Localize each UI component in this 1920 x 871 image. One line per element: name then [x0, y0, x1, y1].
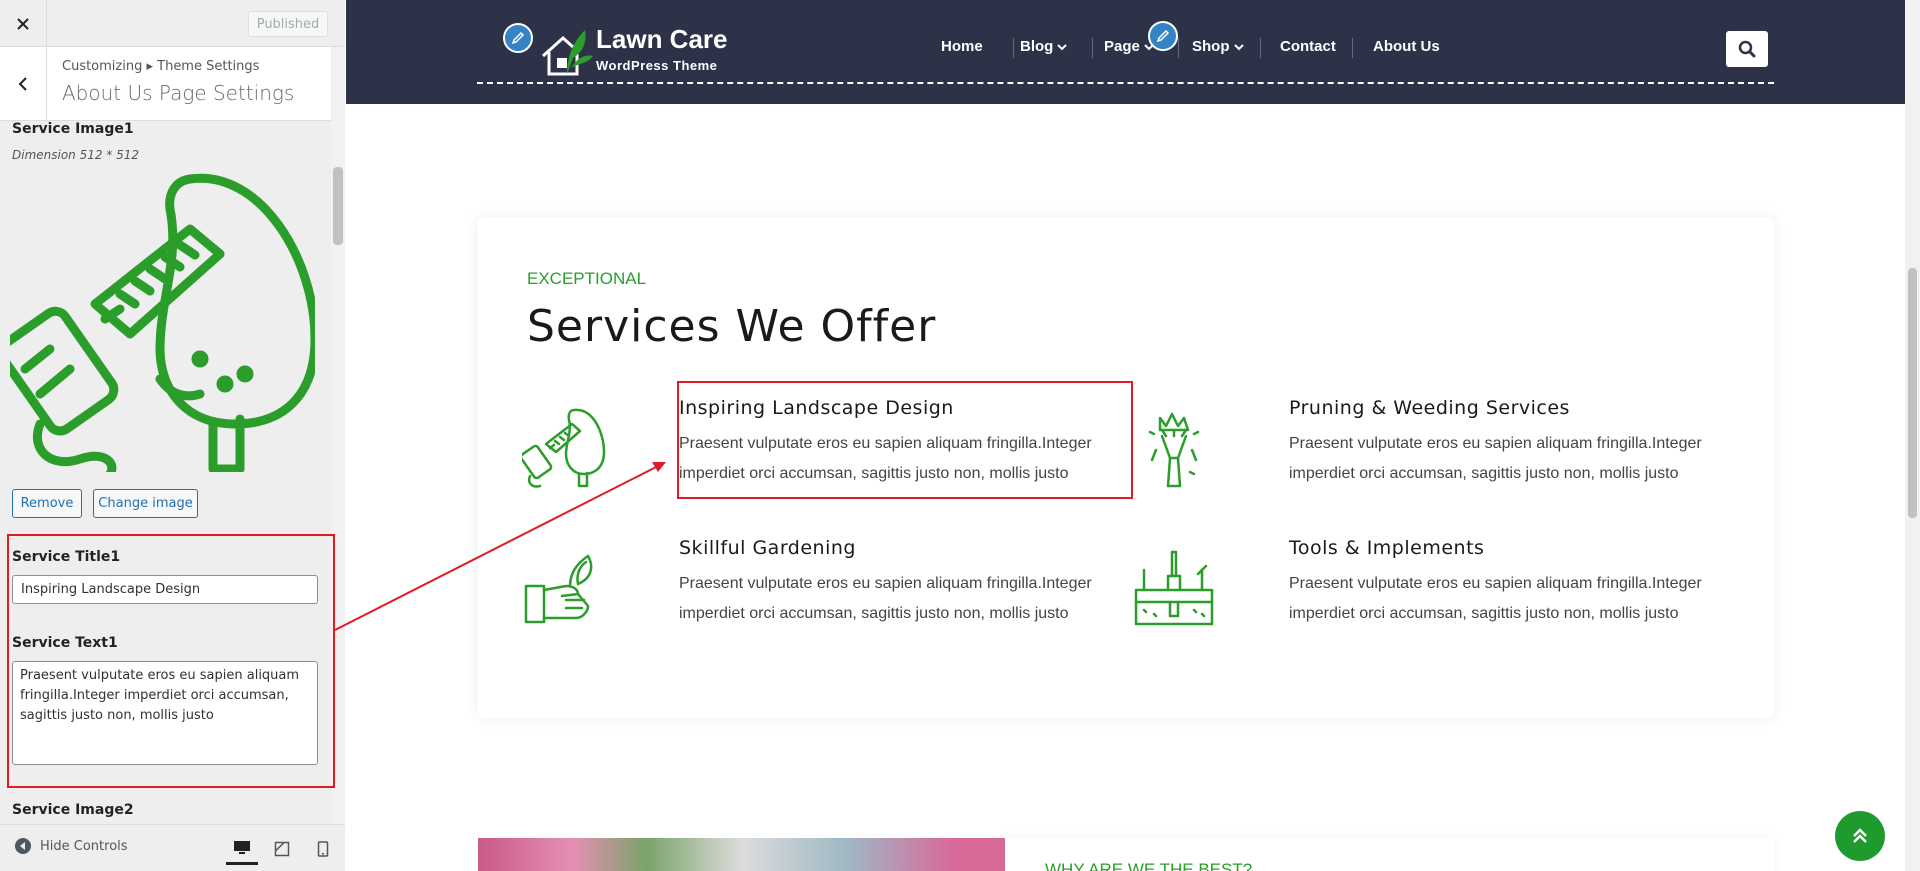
nav-home[interactable]: Home: [941, 38, 983, 55]
preview-scrollbar-thumb[interactable]: [1908, 268, 1917, 518]
scroll-to-top-button[interactable]: [1835, 811, 1885, 861]
toolbox-icon: [1134, 550, 1214, 626]
nav-divider: [1352, 38, 1353, 58]
chevron-left-icon: [18, 77, 27, 91]
close-icon: [17, 17, 29, 30]
change-image-button[interactable]: Change image: [93, 489, 198, 518]
nav-page[interactable]: Page: [1104, 38, 1154, 55]
nav-about-us-label: About Us: [1373, 38, 1440, 55]
hedge-trimmer-icon: [522, 408, 606, 488]
service-4-text: Praesent vulputate eros eu sapien aliqua…: [1289, 575, 1702, 622]
service-4-title: Tools & Implements: [1289, 537, 1485, 559]
services-eyebrow: EXCEPTIONAL: [527, 269, 647, 288]
nav-blog[interactable]: Blog: [1020, 38, 1068, 55]
service-3-title: Skillful Gardening: [679, 537, 856, 559]
chevron-down-icon: [1233, 43, 1244, 50]
preview-tablet-button[interactable]: [266, 833, 298, 865]
search-icon: [1738, 40, 1756, 58]
preview-mobile-button[interactable]: [307, 833, 339, 865]
service-image1-dimension: Dimension 512 * 512: [12, 148, 140, 162]
desktop-icon: [234, 840, 250, 854]
services-section: EXCEPTIONAL Services We Offer Inspiring …: [478, 217, 1774, 718]
published-button[interactable]: Published: [248, 11, 328, 37]
mobile-icon: [317, 841, 329, 857]
site-header: Lawn Care WordPress Theme Home Blog Page…: [346, 0, 1920, 104]
nav-shop-label: Shop: [1192, 38, 1230, 55]
hedge-trimmer-preview-image: [10, 173, 315, 472]
service-image2-label: Service Image2: [12, 802, 134, 818]
nav-divider: [1178, 38, 1179, 58]
nav-divider: [1092, 38, 1093, 58]
sidebar-scrollbar-thumb[interactable]: [333, 167, 343, 245]
nav-contact[interactable]: Contact: [1280, 38, 1336, 55]
chevron-down-icon: [1057, 43, 1068, 50]
tablet-icon: [274, 841, 290, 857]
pencil-icon: [1156, 29, 1170, 43]
nav-blog-label: Blog: [1020, 38, 1054, 55]
service-2-text: Praesent vulputate eros eu sapien aliqua…: [1289, 435, 1702, 482]
preview-scrollbar[interactable]: [1905, 0, 1920, 871]
edit-menu-button[interactable]: [1148, 21, 1178, 51]
hide-controls-button[interactable]: Hide Controls: [14, 837, 128, 855]
service-image1-label: Service Image1: [12, 121, 134, 137]
flower-bouquet-icon: [1148, 412, 1200, 488]
collapse-arrow-icon: [15, 838, 31, 854]
highlight-box-service-1: [677, 381, 1133, 499]
double-chevron-up-icon: [1853, 828, 1867, 843]
garden-flowers-image: [478, 838, 1005, 871]
nav-about-us[interactable]: About Us: [1373, 38, 1440, 55]
section-title-bar: Customizing ▸ Theme Settings About Us Pa…: [0, 47, 331, 121]
why-eyebrow: WHY ARE WE THE BEST?: [1045, 860, 1253, 871]
header-dashed-divider: [477, 82, 1774, 84]
search-button[interactable]: [1726, 31, 1768, 67]
back-button[interactable]: [0, 47, 47, 121]
breadcrumb: Customizing ▸ Theme Settings: [62, 59, 260, 74]
why-section: WHY ARE WE THE BEST?: [1005, 838, 1774, 871]
service-2-title: Pruning & Weeding Services: [1289, 397, 1570, 419]
service-3-text: Praesent vulputate eros eu sapien aliqua…: [679, 575, 1092, 622]
section-title: About Us Page Settings: [62, 81, 295, 105]
highlight-box-controls: [7, 534, 335, 788]
nav-page-label: Page: [1104, 38, 1140, 55]
nav-shop[interactable]: Shop: [1192, 38, 1244, 55]
site-preview: Lawn Care WordPress Theme Home Blog Page…: [346, 0, 1920, 871]
hide-controls-label: Hide Controls: [40, 838, 128, 854]
preview-desktop-button[interactable]: [226, 833, 258, 865]
nav-contact-label: Contact: [1280, 38, 1336, 55]
main-navigation: Home Blog Page Shop Contact About Us: [346, 38, 1920, 58]
customizer-sidebar: Published Customizing ▸ Theme Settings A…: [0, 0, 345, 871]
services-title: Services We Offer: [527, 301, 937, 352]
site-tagline: WordPress Theme: [596, 58, 718, 73]
close-customizer-button[interactable]: [0, 0, 47, 47]
hand-sprout-icon: [524, 554, 593, 624]
nav-divider: [1013, 38, 1014, 58]
customizer-header: Published: [0, 0, 345, 47]
nav-divider: [1260, 38, 1261, 58]
nav-home-label: Home: [941, 38, 983, 55]
customizer-footer: Hide Controls: [0, 824, 345, 871]
remove-image-button[interactable]: Remove: [12, 489, 82, 518]
